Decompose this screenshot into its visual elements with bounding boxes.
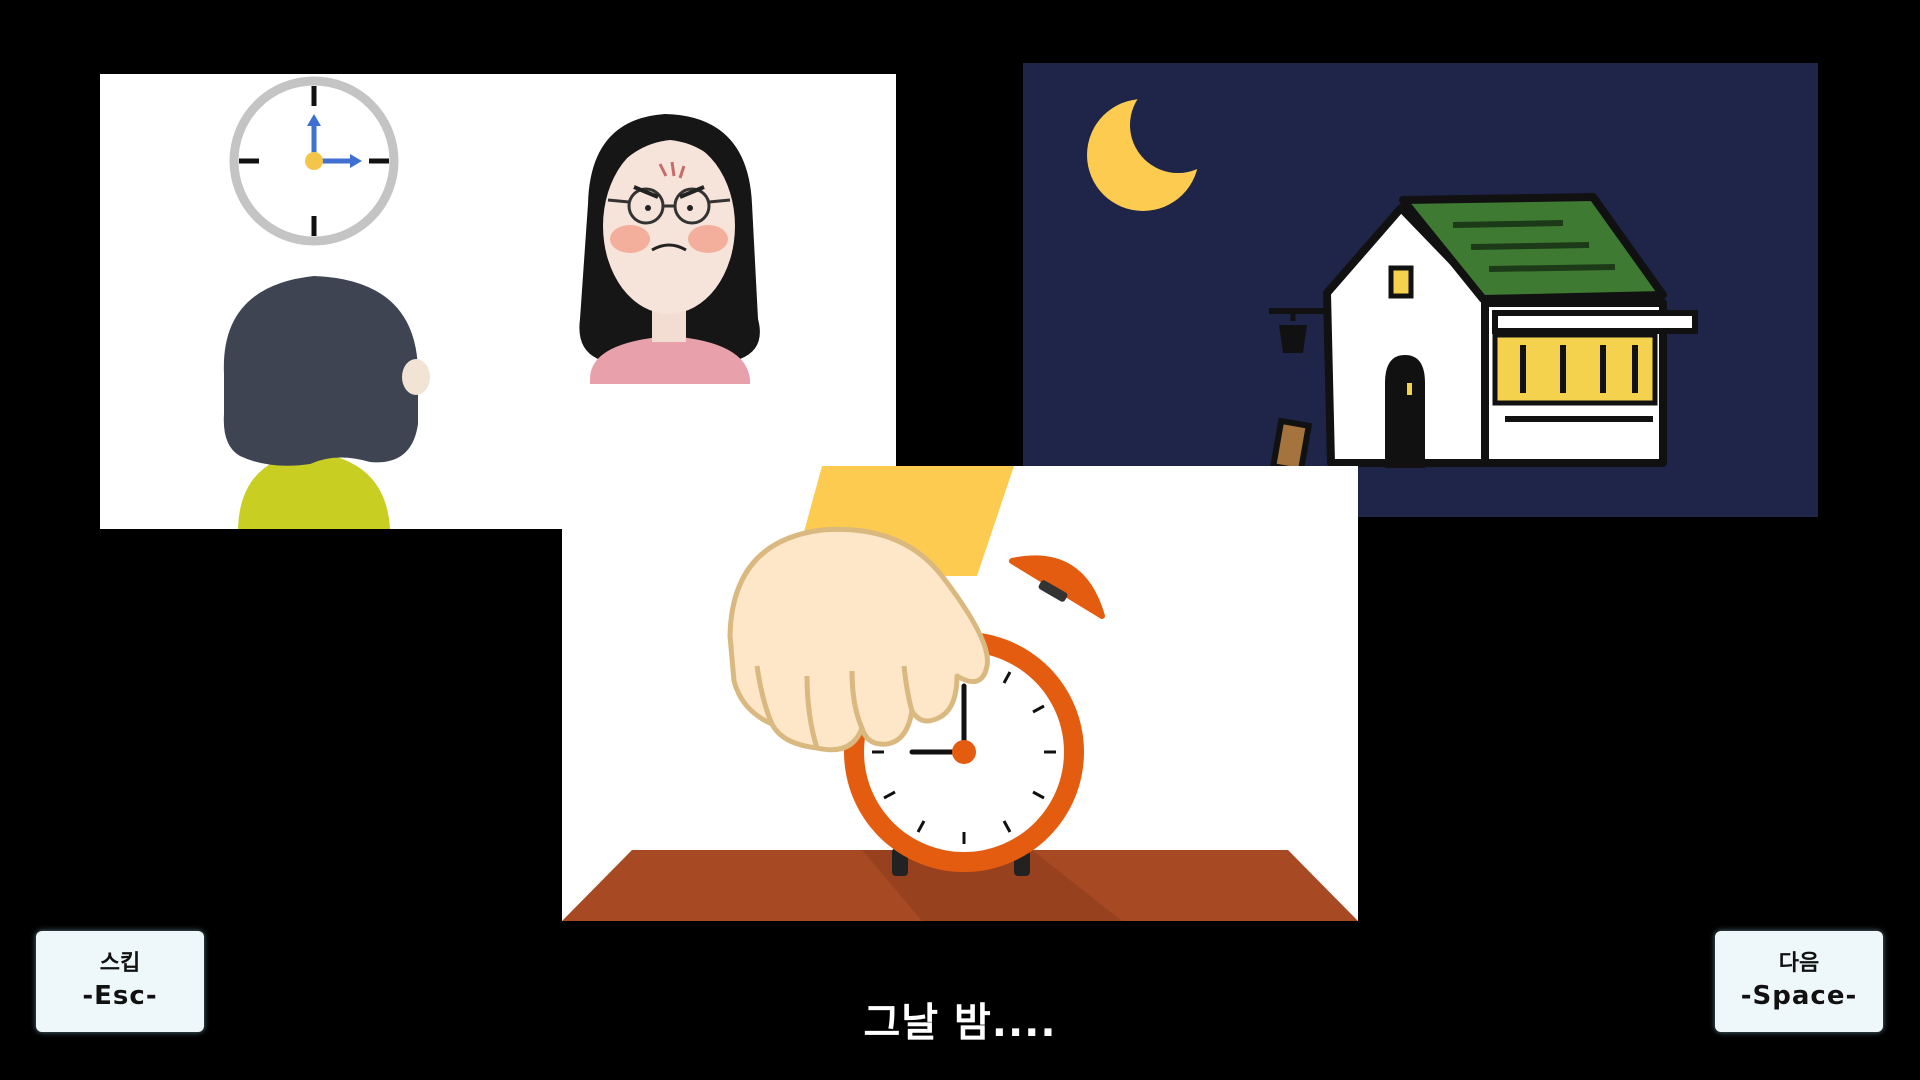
comic-panel-night-house xyxy=(1023,63,1818,517)
crescent-moon-icon xyxy=(1087,77,1226,211)
child-back-figure xyxy=(223,276,430,529)
next-label: 다음 xyxy=(1778,951,1820,977)
alarm-clock-illustration xyxy=(562,466,1358,921)
night-house-illustration xyxy=(1087,77,1698,475)
scene-caption: 그날 밤.... xyxy=(863,1000,1057,1046)
comic-panel-curfew xyxy=(100,74,896,529)
cutscene-stage: 스킵 -Esc- 다음 -Space- 그날 밤.... xyxy=(0,0,1920,1080)
comic-panel-alarm-clock xyxy=(562,466,1358,921)
curfew-illustration xyxy=(223,76,760,529)
angry-mother-figure xyxy=(579,114,760,384)
house-illustration xyxy=(1269,193,1698,475)
skip-label: 스킵 xyxy=(99,951,141,977)
wall-clock-icon xyxy=(229,76,399,246)
